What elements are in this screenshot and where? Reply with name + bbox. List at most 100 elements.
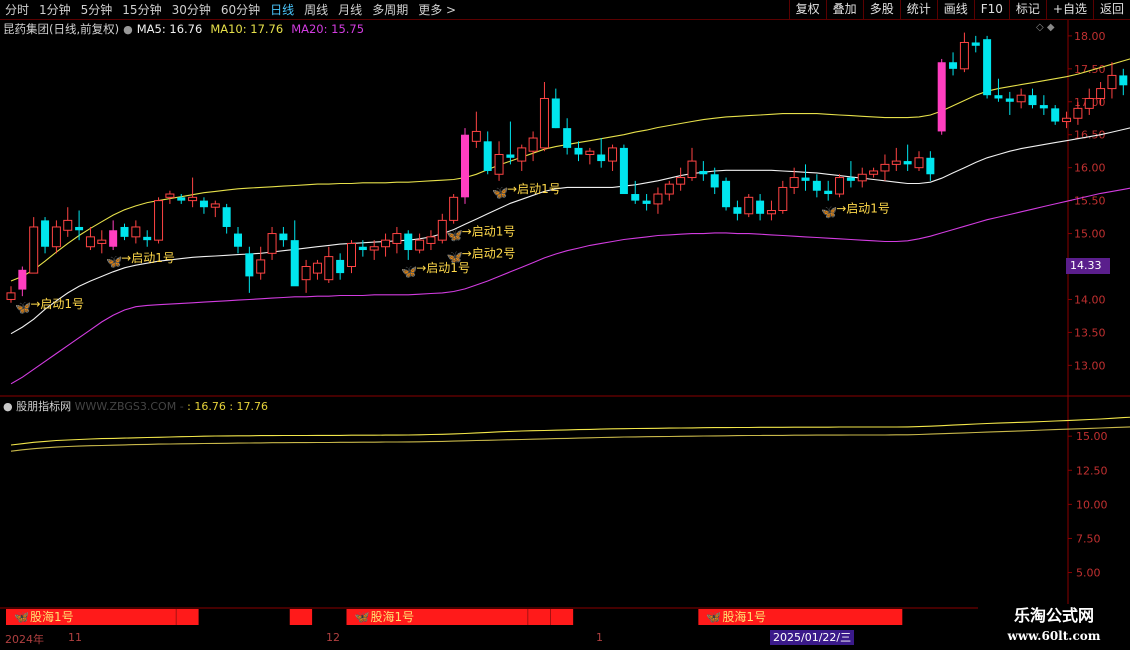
period-tab-5[interactable]: 60分钟 [216,0,265,20]
period-tab-7[interactable]: 周线 [299,0,333,20]
period-tab-9[interactable]: 多周期 [367,0,413,20]
candle-body [75,226,84,231]
candle [835,174,845,198]
period-tab-4[interactable]: 30分钟 [167,0,216,20]
signal-bar-fill [176,609,199,625]
candle [256,246,266,280]
butterfly-icon: 🦋 [106,255,122,270]
candle [1016,88,1026,109]
toolbar-button-5[interactable]: F10 [973,0,1009,20]
candle [109,220,118,251]
candle [1119,68,1128,96]
butterfly-icon: 🦋 [401,265,417,280]
signal-bar-label: 股海1号 [722,609,766,624]
ind-tick-label: 15.00 [1076,430,1108,443]
candle-body [642,200,651,204]
candle-body [471,130,481,142]
candle-body [733,207,742,214]
period-tab-0[interactable]: 分时 [0,0,34,20]
candle [619,144,628,195]
candle-body [699,170,708,175]
candle-body [722,180,731,208]
toolbar-button-6[interactable]: 标记 [1008,0,1046,20]
signal-label: →启动1号 [462,225,516,239]
y-tick-label: 13.50 [1074,326,1106,339]
candle-body [290,240,299,287]
candle-body [1028,95,1037,106]
candle [494,141,504,181]
candle [41,217,50,254]
candle [461,128,469,204]
candle [131,220,141,244]
signal-bar [176,609,199,625]
toolbar-button-7[interactable]: +自选 [1045,0,1093,20]
candle [949,52,958,76]
candle-body [1016,94,1026,103]
candle-body [563,128,572,148]
candle-body [959,41,969,70]
toolbar-button-1[interactable]: 叠加 [825,0,863,20]
candle [664,180,674,201]
candle [324,246,334,283]
candle-body [29,226,39,274]
candle-body [949,62,958,69]
indicator-name: 股朋指标网 [16,400,72,413]
candle [369,240,379,260]
candle-body [664,183,674,195]
candle-body [461,134,469,198]
indicator-watermark: WWW.ZBGS3.COM - [74,400,188,413]
candle [177,194,186,204]
candle-body [971,42,980,46]
ma20-line [10,187,1130,385]
toolbar-button-8[interactable]: 返回 [1092,0,1130,20]
y-tick-label: 15.50 [1074,195,1106,208]
toolbar-button-2[interactable]: 多股 [862,0,900,20]
period-tab-2[interactable]: 5分钟 [76,0,118,20]
cursor-date: 2025/01/22/三 [770,630,855,645]
candle [312,259,322,280]
candle-body [1039,105,1048,109]
candle-body [903,161,912,165]
period-tab-6[interactable]: 日线 [265,0,299,20]
candle-body [109,230,118,247]
candle [528,131,538,162]
date-label-year: 2024年 [5,633,44,646]
current-price-tag: 14.33 [1066,258,1110,274]
candle [63,207,73,237]
butterfly-icon: 🦋 [15,301,31,316]
candle-body [392,233,402,244]
candle-body [653,193,663,205]
candle [1084,88,1094,115]
signal-bar: 股海1号🦋 [6,609,176,625]
candle [279,226,288,247]
period-tab-10[interactable]: 更多 > [413,0,461,20]
kline-chart[interactable]: 18.0017.5017.0016.5016.0015.5015.0014.50… [0,20,1130,630]
candle-body [437,219,447,241]
candle-body [404,233,413,251]
period-tabs: 分时 1分钟 5分钟 15分钟 30分钟 60分钟 日线 周线 月线 多周期 更多 > [0,0,461,20]
candle-body [336,259,345,274]
candle [1005,91,1014,115]
period-tab-1[interactable]: 1分钟 [34,0,76,20]
period-tab-3[interactable]: 15分钟 [117,0,166,20]
candle [1051,105,1060,125]
ind-tick-label: 7.50 [1076,532,1101,545]
indicator-toggle-icon[interactable]: ● [3,400,13,413]
toolbar-button-3[interactable]: 统计 [899,0,937,20]
candle-body [6,292,16,300]
candle [959,32,969,73]
candle-body [789,177,799,188]
candle [471,111,481,148]
toolbar-button-4[interactable]: 画线 [936,0,974,20]
candle [437,213,447,244]
candle-body [449,196,459,221]
candle-body [210,203,220,208]
period-tab-8[interactable]: 月线 [333,0,367,20]
candle [824,180,833,201]
candle-body [983,39,992,96]
toolbar-button-0[interactable]: 复权 [788,0,826,20]
site-logo: 乐淘公式网 www.60lt.com [978,604,1130,650]
candle-body [1084,97,1094,109]
candle-body [245,253,254,277]
candle [426,230,436,251]
